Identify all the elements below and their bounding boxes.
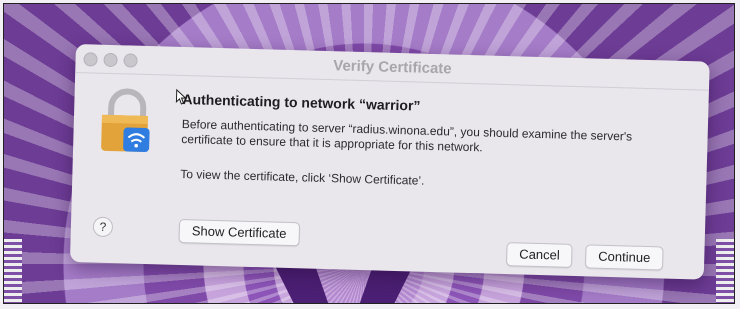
screen-photo: Verify Certificate Authenticating to net… xyxy=(3,3,735,304)
mouse-cursor-icon xyxy=(175,88,187,105)
wifi-lock-icon xyxy=(101,88,150,152)
wallpaper-stripe-left xyxy=(4,239,22,303)
verify-certificate-dialog: Verify Certificate Authenticating to net… xyxy=(69,44,710,280)
dialog-heading: Authenticating to network “warrior” xyxy=(182,90,421,114)
dialog-instruction: To view the certificate, click ‘Show Cer… xyxy=(180,166,425,188)
continue-button[interactable]: Continue xyxy=(584,244,664,271)
wallpaper-stripe-right xyxy=(716,239,734,303)
dialog-message: Before authenticating to server “radius.… xyxy=(181,116,633,155)
cancel-button[interactable]: Cancel xyxy=(505,242,574,268)
show-certificate-button[interactable]: Show Certificate xyxy=(178,218,300,247)
help-button[interactable]: ? xyxy=(92,216,114,238)
